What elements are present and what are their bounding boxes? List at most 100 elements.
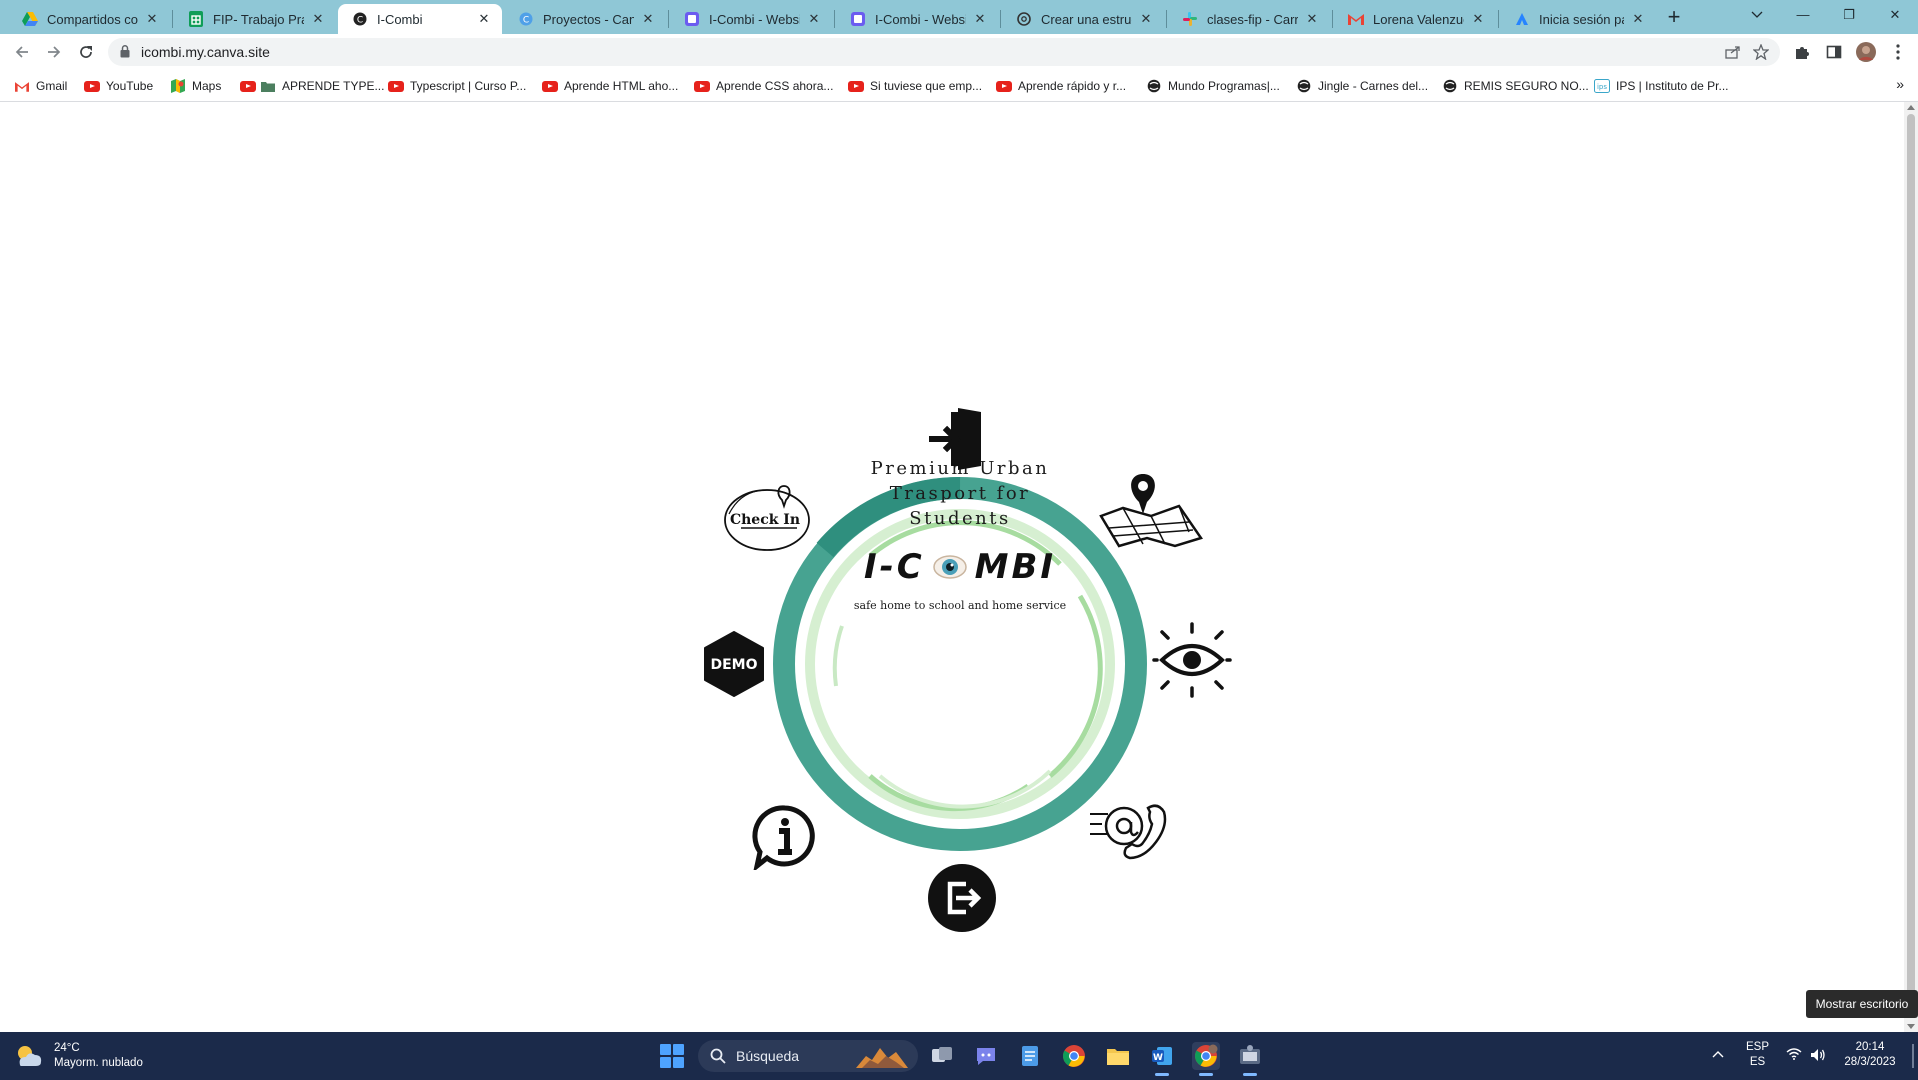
weather-widget[interactable]: 24°C Mayorm. nublado — [14, 1041, 143, 1071]
partly-cloudy-icon — [18, 1046, 42, 1066]
bookmark-remis[interactable]: REMIS SEGURO NO... — [1442, 76, 1589, 96]
bookmark-youtube[interactable]: YouTube — [84, 76, 153, 96]
new-tab-button[interactable]: + — [1660, 5, 1688, 31]
share-icon[interactable] — [1722, 43, 1744, 61]
back-button[interactable] — [8, 38, 36, 66]
info-icon[interactable] — [750, 802, 820, 872]
map-location-icon[interactable] — [1092, 470, 1208, 550]
canva-site-icon: C — [352, 11, 368, 27]
tab-canva-projects[interactable]: C Proyectos - Canva ✕ — [504, 4, 666, 34]
forward-button[interactable] — [40, 38, 68, 66]
google-drive-icon — [22, 11, 38, 27]
close-icon[interactable]: ✕ — [640, 11, 656, 27]
scroll-up-arrow[interactable] — [1907, 105, 1915, 110]
tab-search-button[interactable] — [1734, 0, 1780, 30]
tab-chatgpt[interactable]: Crear una estructu ✕ — [1002, 4, 1164, 34]
lock-icon[interactable] — [120, 45, 130, 63]
folder-icon — [260, 78, 276, 94]
contact-icon[interactable] — [1086, 800, 1170, 864]
bookmark-aprende-type[interactable]: APRENDE TYPE... — [240, 76, 384, 96]
close-window-button[interactable]: ✕ — [1872, 0, 1918, 30]
close-icon[interactable]: ✕ — [806, 11, 822, 27]
brand-logo: I-C MBI — [863, 547, 1057, 587]
taskbar-search[interactable]: Búsqueda — [698, 1040, 918, 1072]
show-desktop-button[interactable] — [1912, 1044, 1914, 1068]
youtube-icon — [694, 78, 710, 94]
start-button[interactable] — [660, 1044, 684, 1068]
file-explorer-button[interactable] — [1104, 1042, 1132, 1070]
canva-website-icon — [850, 11, 866, 27]
address-bar[interactable]: icombi.my.canva.site — [108, 38, 1780, 66]
tab-atlassian[interactable]: Inicia sesión para c ✕ — [1500, 4, 1656, 34]
bookmark-jingle[interactable]: Jingle - Carnes del... — [1296, 76, 1428, 96]
close-icon[interactable]: ✕ — [1138, 11, 1154, 27]
notepad-button[interactable] — [1016, 1042, 1044, 1070]
browser-menu-button[interactable] — [1884, 38, 1912, 66]
wifi-icon[interactable] — [1786, 1048, 1802, 1065]
tab-drive[interactable]: Compartidos conm ✕ — [8, 4, 170, 34]
svg-text:ips: ips — [1597, 83, 1607, 91]
chrome-profile-button[interactable] — [1192, 1042, 1220, 1076]
tab-icombi-website-1[interactable]: I-Combi - Website ✕ — [670, 4, 832, 34]
notepad-icon — [1022, 1046, 1038, 1066]
clock[interactable]: 20:14 28/3/2023 — [1838, 1040, 1902, 1070]
chrome-button[interactable] — [1060, 1042, 1088, 1070]
show-hidden-icons[interactable] — [1712, 1048, 1724, 1063]
profile-avatar[interactable] — [1852, 38, 1880, 66]
app-icon — [1240, 1045, 1260, 1064]
bookmark-mundo-programas[interactable]: Mundo Programas|... — [1146, 76, 1280, 96]
more-bookmarks-icon[interactable]: » — [1896, 76, 1904, 92]
close-icon[interactable]: ✕ — [1630, 11, 1646, 27]
language-indicator[interactable]: ESP ES — [1746, 1040, 1769, 1070]
checkin-icon[interactable]: Check In — [720, 484, 814, 554]
tab-icombi[interactable]: C I-Combi ✕ — [338, 4, 502, 34]
bookmark-aprende-css[interactable]: Aprende CSS ahora... — [694, 76, 833, 96]
close-icon[interactable]: ✕ — [1470, 11, 1486, 27]
volume-icon[interactable] — [1810, 1048, 1826, 1067]
word-button[interactable]: W — [1148, 1042, 1176, 1076]
hero-subtitle: safe home to school and home service — [853, 599, 1067, 612]
demo-icon[interactable]: DEMO — [702, 630, 766, 698]
tab-sheets[interactable]: FIP- Trabajo Practic ✕ — [174, 4, 336, 34]
bookmark-aprende-rapido[interactable]: Aprende rápido y r... — [996, 76, 1126, 96]
bookmark-aprende-html[interactable]: Aprende HTML aho... — [542, 76, 678, 96]
close-icon[interactable]: ✕ — [144, 11, 160, 27]
bookmark-star-icon[interactable] — [1750, 43, 1772, 61]
bookmark-si-tuviese[interactable]: Si tuviese que emp... — [848, 76, 982, 96]
search-highlight-icon — [856, 1048, 908, 1068]
tab-slack[interactable]: clases-fip - Carrera ✕ — [1168, 4, 1330, 34]
bookmark-gmail[interactable]: Gmail — [14, 76, 67, 96]
logout-icon[interactable] — [926, 862, 998, 934]
tab-icombi-website-2[interactable]: I-Combi - Website ✕ — [836, 4, 998, 34]
close-icon[interactable]: ✕ — [310, 11, 326, 27]
openai-icon — [1016, 11, 1032, 27]
puzzle-icon — [1796, 47, 1809, 59]
bookmark-maps[interactable]: Maps — [170, 76, 221, 96]
reload-button[interactable] — [72, 38, 100, 66]
arrow-right-icon — [48, 46, 61, 58]
bookmark-ips[interactable]: ips IPS | Instituto de Pr... — [1594, 76, 1729, 96]
close-icon[interactable]: ✕ — [476, 11, 492, 27]
restore-button[interactable]: ❐ — [1826, 0, 1872, 30]
minimize-button[interactable]: — — [1780, 0, 1826, 30]
youtube-icon — [84, 78, 100, 94]
tab-gmail[interactable]: Lorena Valenzuela ✕ — [1334, 4, 1496, 34]
word-icon: W — [1152, 1047, 1172, 1065]
scroll-thumb[interactable] — [1907, 114, 1915, 994]
globe-icon — [1442, 78, 1458, 94]
close-icon[interactable]: ✕ — [972, 11, 988, 27]
chrome-icon — [1063, 1045, 1085, 1067]
bookmark-typescript[interactable]: Typescript | Curso P... — [388, 76, 526, 96]
close-icon[interactable]: ✕ — [1304, 11, 1320, 27]
page-scrollbar[interactable] — [1904, 102, 1918, 1032]
teams-chat-button[interactable] — [972, 1042, 1000, 1070]
scroll-down-arrow[interactable] — [1907, 1024, 1915, 1029]
extensions-button[interactable] — [1788, 38, 1816, 66]
utility-app-button[interactable] — [1236, 1042, 1264, 1076]
task-view-button[interactable] — [928, 1042, 956, 1070]
eye-icon[interactable] — [1152, 622, 1232, 698]
bookmarks-bar: Gmail YouTube Maps APRENDE TYPE... Types… — [0, 70, 1918, 102]
login-icon[interactable] — [922, 404, 992, 474]
side-panel-button[interactable] — [1820, 38, 1848, 66]
reload-icon — [80, 46, 92, 58]
